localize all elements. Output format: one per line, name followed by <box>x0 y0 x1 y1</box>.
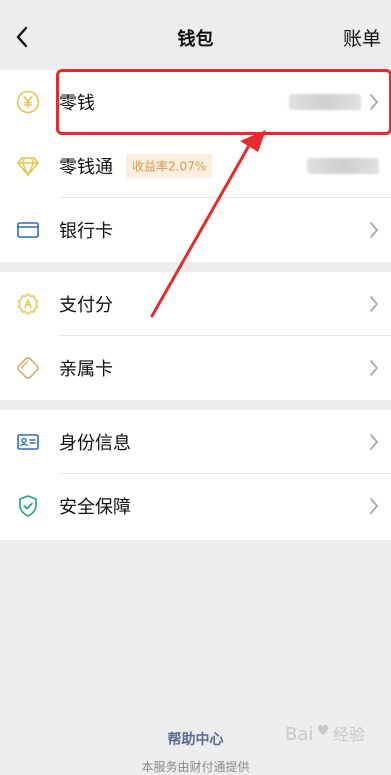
bill-button[interactable]: 账单 <box>343 24 381 51</box>
chevron-right-icon <box>369 359 379 377</box>
row-identity-info[interactable]: 身份信息 <box>0 410 391 474</box>
svg-text:经验: 经验 <box>333 725 365 744</box>
row-label: 安全保障 <box>59 497 131 518</box>
top-bar: 钱包 账单 <box>0 0 391 70</box>
row-change-pass[interactable]: 零钱通 收益率2.07% <box>0 134 391 198</box>
row-label: 亲属卡 <box>59 359 113 380</box>
footer-note: 本服务由财付通提供 <box>141 760 250 774</box>
chevron-right-icon <box>369 295 379 313</box>
row-bank-card[interactable]: 银行卡 <box>0 198 391 262</box>
id-card-icon <box>16 430 40 454</box>
chevron-right-icon <box>369 497 379 515</box>
yen-coin-icon <box>16 90 40 114</box>
row-label: 身份信息 <box>59 433 131 454</box>
page-title: 钱包 <box>177 29 214 50</box>
chevron-right-icon <box>369 433 379 451</box>
highlight-box <box>56 69 391 135</box>
row-pay-score[interactable]: 支付分 <box>0 272 391 336</box>
row-security[interactable]: 安全保障 <box>0 474 391 538</box>
shield-check-icon <box>16 494 40 518</box>
yield-badge: 收益率2.07% <box>126 153 213 179</box>
row-label: 零钱通 <box>59 157 113 178</box>
svg-text:Bai: Bai <box>285 724 313 745</box>
group-services: 支付分 亲属卡 <box>0 272 391 400</box>
bank-card-icon <box>16 218 40 242</box>
hidden-balance <box>307 158 379 174</box>
row-label: 银行卡 <box>59 221 113 242</box>
watermark-logo: Bai 经验 <box>285 718 381 750</box>
family-card-icon <box>16 356 40 380</box>
group-identity: 身份信息 安全保障 <box>0 410 391 540</box>
row-family-card[interactable]: 亲属卡 <box>0 336 391 400</box>
row-label: 支付分 <box>59 295 113 316</box>
chevron-right-icon <box>369 221 379 239</box>
diamond-icon <box>16 154 40 178</box>
badge-score-icon <box>16 292 40 316</box>
